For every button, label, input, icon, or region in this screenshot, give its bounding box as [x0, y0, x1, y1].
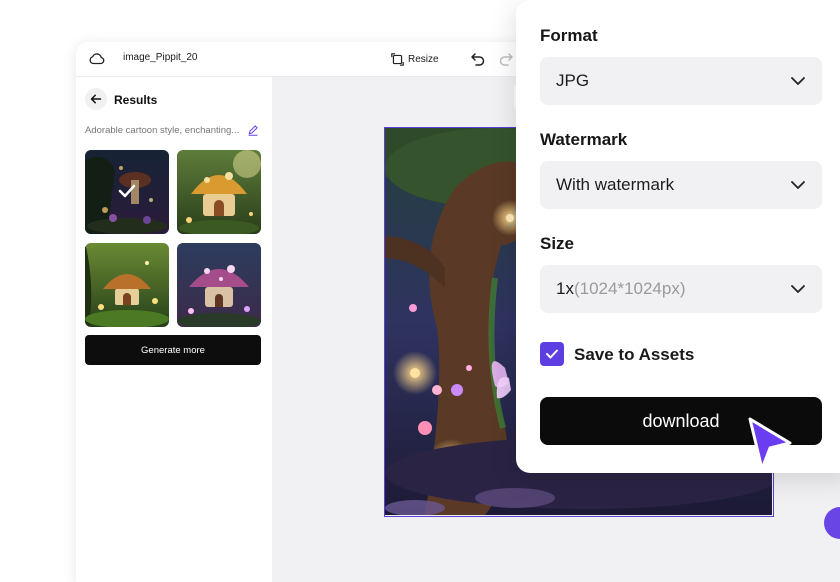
save-to-assets-checkbox[interactable] — [540, 342, 564, 366]
edit-pencil-icon[interactable] — [247, 124, 259, 136]
result-thumbnail[interactable] — [177, 243, 261, 327]
format-value: JPG — [556, 71, 590, 90]
size-hint: (1024*1024px) — [573, 279, 686, 298]
save-to-assets-label[interactable]: Save to Assets — [574, 345, 694, 365]
generate-more-button[interactable]: Generate more — [85, 335, 261, 365]
cloud-icon[interactable] — [88, 50, 106, 68]
format-select[interactable]: JPG — [540, 57, 822, 105]
mushroom-house-image — [177, 243, 261, 327]
chevron-down-icon — [791, 77, 805, 85]
fairy-forest-image — [85, 150, 169, 234]
mushroom-house-image — [177, 150, 261, 234]
result-thumbnail[interactable] — [177, 150, 261, 234]
check-icon — [546, 349, 558, 359]
cursor-pointer-icon — [748, 417, 792, 471]
results-title: Results — [114, 93, 158, 107]
resize-label: Resize — [408, 53, 439, 65]
resize-button[interactable]: Resize — [391, 49, 439, 69]
export-settings-panel: Format JPG Watermark With watermark Size… — [516, 0, 840, 473]
size-label: Size — [540, 234, 575, 253]
format-label: Format — [540, 26, 598, 45]
chevron-down-icon — [791, 285, 805, 293]
size-select[interactable]: 1x (1024*1024px) — [540, 265, 822, 313]
watermark-value: With watermark — [556, 175, 675, 194]
result-thumbnail[interactable] — [85, 243, 169, 327]
result-thumbnail[interactable] — [85, 150, 169, 234]
redo-icon[interactable] — [498, 51, 514, 67]
resize-icon — [391, 52, 404, 66]
prompt-text: Adorable cartoon style, enchanting... — [85, 125, 240, 136]
back-button[interactable] — [85, 88, 107, 110]
chevron-down-icon — [791, 181, 805, 189]
watermark-select[interactable]: With watermark — [540, 161, 822, 209]
arrow-left-icon — [90, 94, 102, 104]
undo-icon[interactable] — [470, 51, 486, 67]
mushroom-house-image — [85, 243, 169, 327]
size-value: 1x — [556, 279, 574, 298]
results-sidebar: Results Adorable cartoon style, enchanti… — [76, 77, 272, 582]
watermark-label: Watermark — [540, 130, 628, 149]
file-name[interactable]: image_Pippit_20 — [123, 52, 199, 63]
